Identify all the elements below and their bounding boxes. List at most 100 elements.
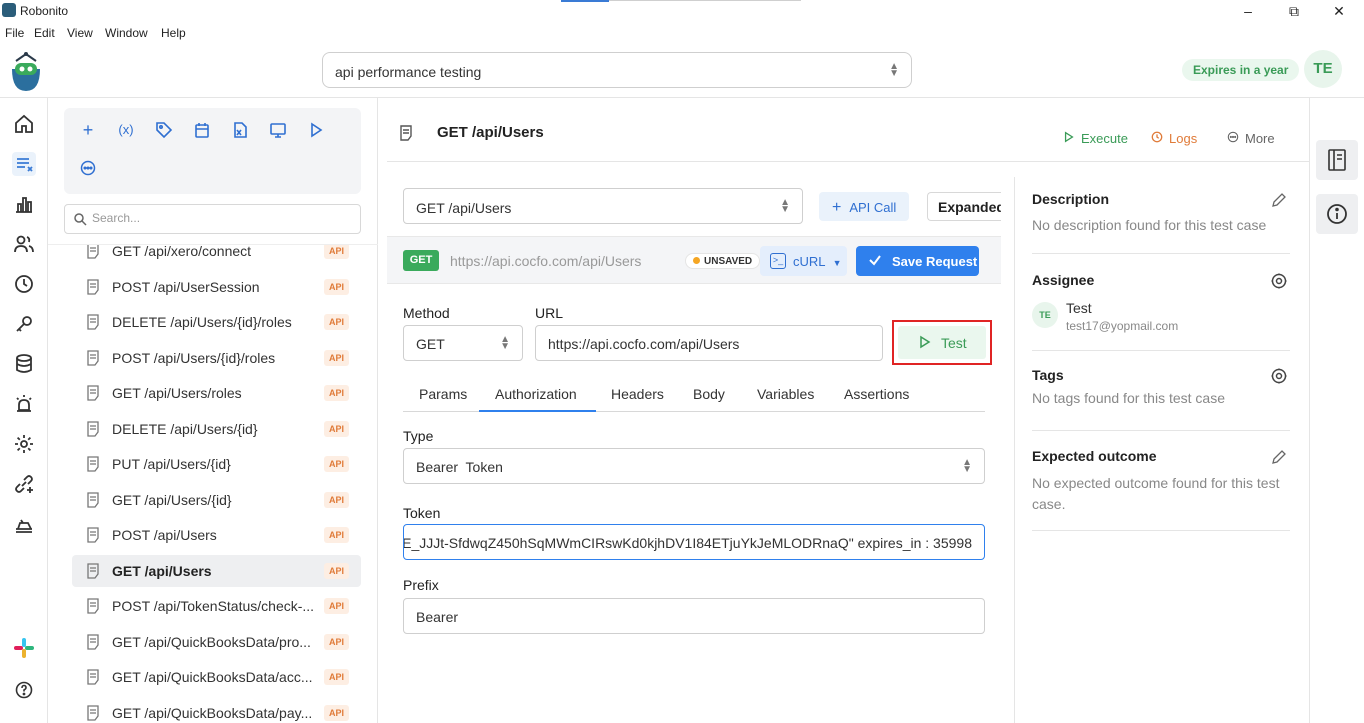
- method-label: Method: [403, 305, 450, 321]
- logs-button[interactable]: Logs: [1150, 131, 1197, 146]
- expected-outcome-text: No expected outcome found for this test …: [1032, 475, 1280, 512]
- edit-icon[interactable]: [1270, 191, 1288, 209]
- api-badge: API: [323, 598, 349, 614]
- title-indicator-track: [609, 0, 801, 1]
- list-item[interactable]: GET /api/QuickBooksData/pay... API: [72, 697, 361, 723]
- chevron-down-icon: ▼: [832, 258, 842, 268]
- history-icon[interactable]: [12, 272, 36, 296]
- slack-icon[interactable]: [12, 636, 36, 660]
- description-title: Description: [1032, 191, 1110, 207]
- list-item[interactable]: POST /api/Users API: [72, 519, 361, 551]
- test-button-highlight: Test: [892, 320, 992, 365]
- calendar-icon[interactable]: [193, 121, 211, 139]
- api-badge: API: [323, 704, 349, 721]
- menu-edit[interactable]: Edit: [34, 26, 55, 40]
- document-icon: [87, 598, 99, 614]
- curl-button[interactable]: >_ cURL ▼: [760, 246, 847, 276]
- settings-icon[interactable]: [12, 432, 36, 456]
- save-request-button[interactable]: Save Request: [856, 246, 979, 276]
- list-item[interactable]: GET /api/QuickBooksData/acc... API: [72, 661, 361, 693]
- reports-icon[interactable]: [12, 192, 36, 216]
- terminal-icon: >_: [770, 253, 786, 269]
- test-button[interactable]: Test: [898, 326, 986, 359]
- request-select[interactable]: GET /api/Users ▲ ▼: [403, 188, 803, 224]
- auth-type-select[interactable]: Bearer Token ▲ ▼: [403, 448, 985, 484]
- window-title: Robonito: [20, 4, 69, 18]
- list-item[interactable]: POST /api/Users/{id}/roles API: [72, 342, 361, 374]
- list-item[interactable]: GET /api/QuickBooksData/pro... API: [72, 626, 361, 658]
- left-nav: [0, 98, 48, 723]
- list-item[interactable]: DELETE /api/Users/{id} API: [72, 413, 361, 445]
- tab-body[interactable]: Body: [693, 386, 725, 402]
- api-badge: API: [323, 491, 349, 508]
- top-bar: api performance testing ▲ ▼ Expires in a …: [0, 45, 1364, 98]
- list-item-name: POST /api/Users/{id}/roles: [112, 349, 276, 366]
- prefix-input[interactable]: Bearer: [403, 598, 985, 634]
- gear-icon[interactable]: [1270, 272, 1288, 290]
- add-icon[interactable]: +: [79, 121, 97, 139]
- edit-icon[interactable]: [1270, 448, 1288, 466]
- integrations-icon[interactable]: [12, 472, 36, 496]
- document-icon: [87, 527, 99, 543]
- excel-icon[interactable]: [231, 121, 249, 139]
- home-icon[interactable]: [12, 112, 36, 136]
- menu-view[interactable]: View: [67, 26, 93, 40]
- notes-button[interactable]: [1316, 140, 1358, 180]
- tab-params[interactable]: Params: [419, 386, 467, 402]
- method-select[interactable]: GET ▲ ▼: [403, 325, 523, 361]
- close-icon[interactable]: ✕: [1329, 2, 1349, 20]
- help-icon[interactable]: [12, 678, 36, 702]
- api-call-button[interactable]: + API Call: [819, 192, 909, 221]
- tab-variables[interactable]: Variables: [757, 386, 814, 402]
- list-item[interactable]: POST /api/UserSession API: [72, 271, 361, 303]
- restore-icon[interactable]: ⧉: [1284, 2, 1304, 20]
- alarm-icon[interactable]: [12, 392, 36, 416]
- search-input[interactable]: [92, 211, 352, 225]
- title-indicator: [561, 0, 609, 2]
- test-cases-icon[interactable]: [12, 152, 36, 176]
- list-item[interactable]: GET /api/xero/connect API: [72, 245, 361, 267]
- list-item[interactable]: POST /api/TokenStatus/check-... API: [72, 590, 361, 622]
- users-icon[interactable]: [12, 232, 36, 256]
- info-icon: [1327, 204, 1347, 224]
- tab-assertions[interactable]: Assertions: [844, 386, 909, 402]
- menu-window[interactable]: Window: [105, 26, 148, 40]
- menu-file[interactable]: File: [5, 26, 24, 40]
- list-item[interactable]: GET /api/Users/roles API: [72, 377, 361, 409]
- expanded-toggle[interactable]: Expanded: [927, 192, 1001, 221]
- url-input[interactable]: https://api.cocfo.com/api/Users: [535, 325, 883, 361]
- page-title: GET /api/Users: [437, 124, 544, 141]
- runner-icon[interactable]: [12, 512, 36, 536]
- list-item[interactable]: PUT /api/Users/{id} API: [72, 448, 361, 480]
- more-button[interactable]: More: [1226, 131, 1275, 146]
- token-input[interactable]: Dq1E_JJJt-SfdwqZ450hSqMWmCIRswKd0kjhDV1I…: [403, 524, 985, 560]
- execute-button[interactable]: Execute: [1062, 131, 1128, 146]
- api-call-label: API Call: [849, 200, 897, 215]
- list-item[interactable]: DELETE /api/Users/{id}/roles API: [72, 306, 361, 338]
- tag-icon[interactable]: [155, 121, 173, 139]
- play-icon[interactable]: [307, 121, 325, 139]
- project-select-value: api performance testing: [335, 64, 482, 80]
- robonito-logo-icon[interactable]: [8, 51, 44, 93]
- info-button[interactable]: [1316, 194, 1358, 234]
- tab-authorization[interactable]: Authorization: [495, 386, 577, 402]
- variable-icon[interactable]: (x): [115, 121, 137, 139]
- user-avatar[interactable]: TE: [1304, 50, 1342, 88]
- list-item-name: PUT /api/Users/{id}: [112, 456, 231, 472]
- test-case-list: GET /api/xero/connect API POST /api/UserSe…: [48, 244, 378, 723]
- monitor-icon[interactable]: [269, 121, 287, 139]
- list-item-name: POST /api/Users: [112, 527, 217, 543]
- document-icon: [87, 385, 99, 401]
- list-item[interactable]: GET /api/Users API: [72, 554, 361, 587]
- url-label: URL: [535, 305, 564, 321]
- project-select[interactable]: api performance testing ▲ ▼: [322, 52, 912, 88]
- test-case-sidebar: + (x) GET /api/xero/connectAPI POST /api/…: [48, 98, 378, 723]
- key-icon[interactable]: [12, 312, 36, 336]
- database-icon[interactable]: [12, 352, 36, 376]
- gear-icon[interactable]: [1270, 367, 1288, 385]
- minimize-icon[interactable]: –: [1238, 2, 1258, 20]
- more-icon[interactable]: [79, 159, 97, 177]
- tab-headers[interactable]: Headers: [611, 386, 664, 402]
- menu-help[interactable]: Help: [161, 26, 186, 40]
- list-item[interactable]: GET /api/Users/{id} API: [72, 484, 361, 516]
